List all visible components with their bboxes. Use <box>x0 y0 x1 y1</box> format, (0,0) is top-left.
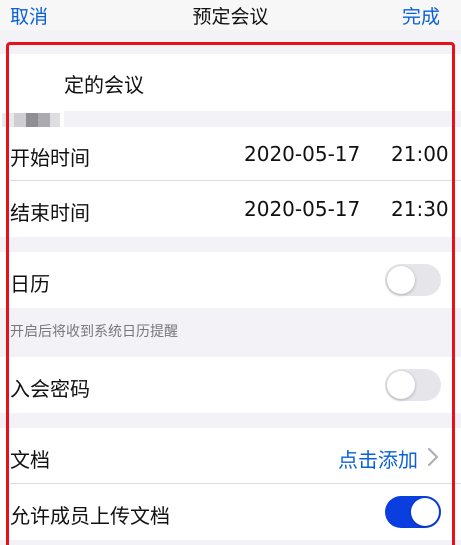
meeting-topic-row[interactable]: 定的会议 <box>0 54 461 161</box>
start-time-label: 开始时间 <box>10 146 90 170</box>
meeting-settings-screen: 取消 预定会议 完成 定的会议 开始时间 2020-05-17 21:00 结束… <box>0 0 461 545</box>
allow-upload-toggle[interactable] <box>385 496 441 528</box>
calendar-toggle[interactable] <box>385 264 441 296</box>
calendar-label: 日历 <box>10 272 50 296</box>
page-title: 预定会议 <box>192 6 269 28</box>
done-button[interactable]: 完成 <box>402 2 440 29</box>
start-time-row[interactable]: 开始时间 2020-05-17 21:00 <box>0 127 461 181</box>
chevron-right-icon <box>427 447 439 467</box>
add-document-link[interactable]: 点击添加 <box>338 444 418 473</box>
allow-upload-label: 允许成员上传文档 <box>10 504 170 528</box>
allow-upload-row: 允许成员上传文档 <box>0 484 461 540</box>
documents-row[interactable]: 文档 点击添加 <box>0 428 461 484</box>
toggle-knob <box>387 371 415 399</box>
start-time-value: 21:00 <box>391 142 449 166</box>
toggle-knob <box>411 498 439 526</box>
documents-label: 文档 <box>10 448 50 472</box>
end-time-row[interactable]: 结束时间 2020-05-17 21:30 <box>0 181 461 237</box>
end-date-value: 2020-05-17 <box>244 197 361 221</box>
calendar-row: 日历 <box>0 252 461 308</box>
meeting-password-label: 入会密码 <box>10 377 90 401</box>
toggle-knob <box>387 266 415 294</box>
start-date-value: 2020-05-17 <box>244 142 361 166</box>
navigation-bar: 取消 预定会议 完成 <box>0 0 461 30</box>
meeting-topic-text: 定的会议 <box>64 73 144 97</box>
end-time-label: 结束时间 <box>10 201 90 225</box>
meeting-password-row: 入会密码 <box>0 357 461 413</box>
meeting-password-toggle[interactable] <box>385 369 441 401</box>
end-time-value: 21:30 <box>391 197 449 221</box>
calendar-hint: 开启后将收到系统日历提醒 <box>10 324 178 340</box>
